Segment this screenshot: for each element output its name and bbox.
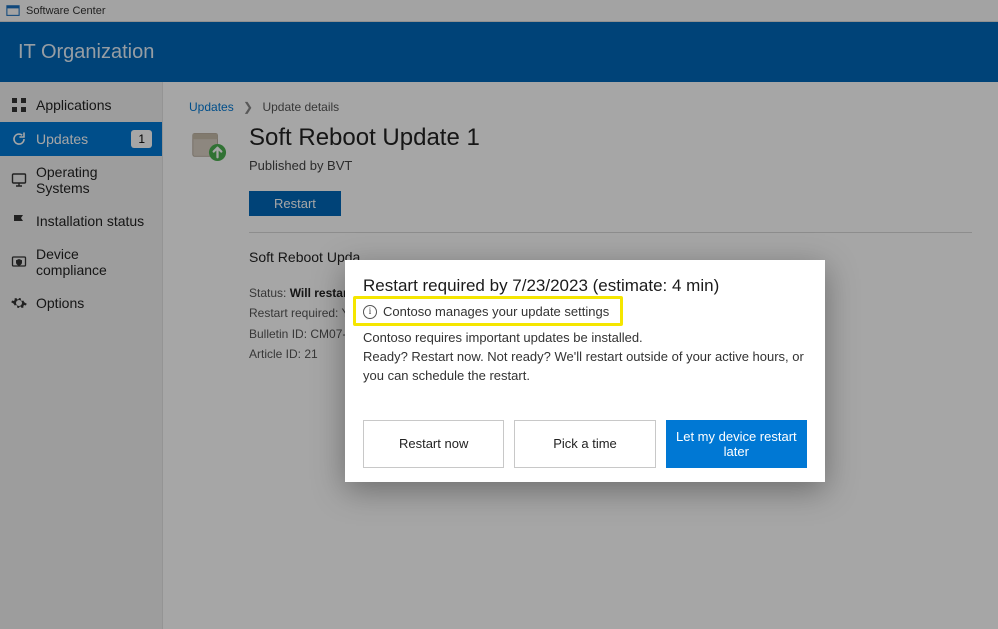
dialog-actions: Restart now Pick a time Let my device re…	[345, 406, 825, 482]
restart-later-button[interactable]: Let my device restart later	[666, 420, 807, 468]
info-icon: i	[363, 305, 377, 319]
restart-now-button[interactable]: Restart now	[363, 420, 504, 468]
org-manages-text: Contoso manages your update settings	[383, 304, 609, 319]
restart-required-dialog: Restart required by 7/23/2023 (estimate:…	[345, 260, 825, 482]
pick-a-time-button[interactable]: Pick a time	[514, 420, 655, 468]
org-manages-line: i Contoso manages your update settings	[363, 304, 807, 319]
dialog-title: Restart required by 7/23/2023 (estimate:…	[363, 276, 807, 296]
dialog-body-text: Contoso requires important updates be in…	[363, 329, 807, 386]
